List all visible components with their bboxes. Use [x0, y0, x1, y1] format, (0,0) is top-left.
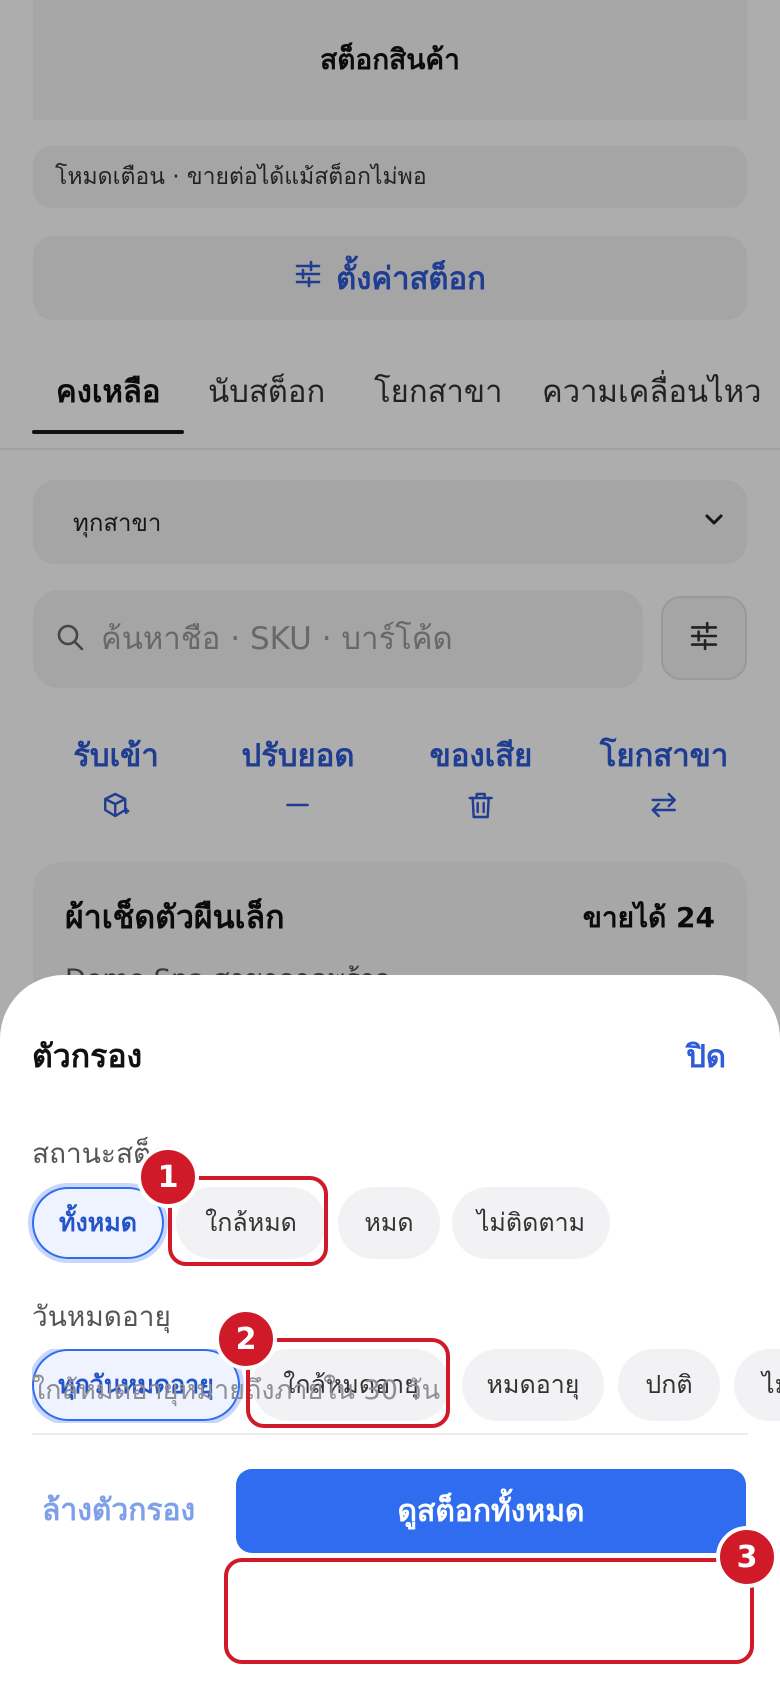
annotation-highlight-2: [246, 1338, 450, 1428]
annotation-badge-1: 1: [137, 1146, 199, 1208]
chip-status-untracked[interactable]: ไม่ติดตาม: [452, 1187, 610, 1259]
annotation-badge-2: 2: [215, 1308, 277, 1370]
expiry-label: วันหมดอายุ: [32, 1300, 171, 1333]
chip-expiry-normal[interactable]: ปกติ: [618, 1349, 720, 1421]
annotation-badge-3: 3: [716, 1526, 778, 1588]
annotation-highlight-3: [224, 1558, 754, 1664]
close-button[interactable]: ปิด: [686, 1031, 726, 1081]
chip-expiry-none[interactable]: ไม่: [734, 1349, 780, 1421]
sheet-title: ตัวกรอง: [32, 1037, 143, 1075]
divider: [32, 1433, 748, 1435]
chip-expiry-expired[interactable]: หมดอายุ: [462, 1349, 604, 1421]
clear-filters-button[interactable]: ล้างตัวกรอง: [42, 1487, 195, 1534]
chip-status-out[interactable]: หมด: [338, 1187, 440, 1259]
view-stock-button[interactable]: ดูสต็อกทั้งหมด: [236, 1469, 746, 1553]
